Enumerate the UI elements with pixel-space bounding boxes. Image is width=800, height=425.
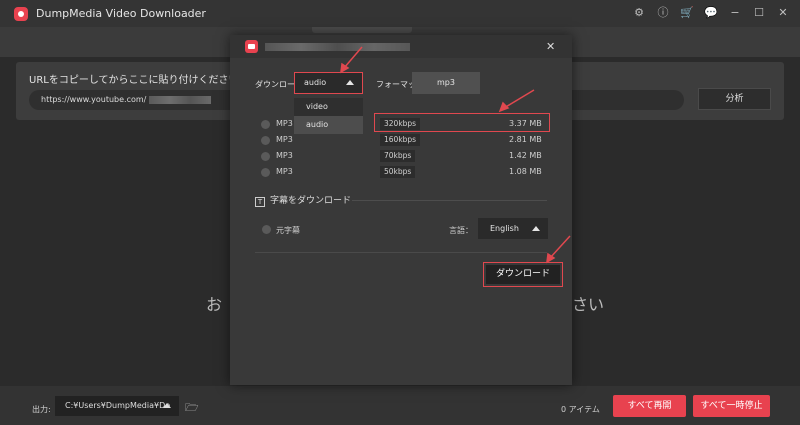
divider bbox=[255, 252, 547, 253]
background-text-right: さい bbox=[572, 295, 605, 314]
close-icon[interactable]: ✕ bbox=[776, 6, 790, 20]
app-title: DumpMedia Video Downloader bbox=[36, 7, 206, 20]
triangle-up-icon bbox=[163, 403, 171, 408]
quality-row[interactable]: MP3 50kbps 1.08 MB bbox=[230, 166, 572, 180]
download-dialog: ✕ ダウンロード: audio video audio フォーマット: mp3 … bbox=[230, 35, 572, 385]
language-value: English bbox=[490, 224, 519, 233]
quality-format: MP3 bbox=[276, 151, 293, 160]
download-type-value: audio bbox=[304, 78, 327, 87]
quality-radio[interactable] bbox=[261, 120, 270, 129]
quality-radio[interactable] bbox=[261, 168, 270, 177]
quality-bitrate: 160kbps bbox=[380, 134, 421, 146]
quality-size: 1.42 MB bbox=[509, 151, 542, 160]
output-path-text: C:¥Users¥DumpMedia¥De bbox=[65, 401, 171, 410]
download-button[interactable]: ダウンロード bbox=[483, 262, 563, 287]
language-label: 言語： bbox=[449, 226, 473, 235]
url-blurred bbox=[148, 95, 211, 104]
dialog-logo-icon bbox=[245, 40, 258, 53]
quality-bitrate: 50kbps bbox=[380, 166, 416, 178]
background-text-left: お bbox=[206, 295, 223, 314]
items-count: 0 アイテム bbox=[561, 405, 600, 414]
quality-format: MP3 bbox=[276, 135, 293, 144]
quality-format: MP3 bbox=[276, 167, 293, 176]
subtitle-icon: T bbox=[255, 197, 265, 207]
dropdown-option-video[interactable]: video bbox=[294, 98, 363, 116]
subtitle-section-title: T 字幕をダウンロード bbox=[255, 193, 351, 207]
triangle-up-icon bbox=[346, 80, 354, 85]
download-button-label: ダウンロード bbox=[486, 265, 560, 284]
quality-size: 2.81 MB bbox=[509, 135, 542, 144]
url-text: https://www.youtube.com/ bbox=[41, 95, 147, 104]
subtitle-option-label: 元字幕 bbox=[276, 226, 300, 235]
app-logo-icon bbox=[14, 6, 28, 21]
divider bbox=[352, 200, 547, 201]
triangle-up-icon bbox=[532, 226, 540, 231]
output-label: 出力: bbox=[32, 405, 51, 414]
chat-icon[interactable]: 💬 bbox=[704, 6, 718, 20]
analyze-button[interactable]: 分析 bbox=[698, 88, 771, 110]
quality-bitrate: 70kbps bbox=[380, 150, 416, 162]
gear-icon[interactable]: ⚙ bbox=[632, 6, 646, 20]
maximize-icon[interactable]: ☐ bbox=[752, 6, 766, 20]
quality-row[interactable]: MP3 160kbps 2.81 MB bbox=[230, 134, 572, 148]
highlight-box bbox=[374, 113, 550, 132]
language-select[interactable]: English bbox=[478, 218, 548, 239]
window-controls: ⚙ ⓘ 🛒 💬 − ☐ ✕ bbox=[632, 6, 790, 20]
tab-indicator bbox=[312, 27, 412, 33]
cart-icon[interactable]: 🛒 bbox=[680, 6, 694, 20]
subtitle-radio[interactable] bbox=[262, 225, 271, 234]
pause-all-button[interactable]: すべて一時停止 bbox=[693, 395, 770, 417]
download-type-select[interactable]: audio bbox=[294, 72, 363, 94]
quality-radio[interactable] bbox=[261, 152, 270, 161]
info-icon[interactable]: ⓘ bbox=[656, 6, 670, 20]
output-path-select[interactable]: C:¥Users¥DumpMedia¥De bbox=[55, 396, 179, 416]
quality-radio[interactable] bbox=[261, 136, 270, 145]
title-bar: DumpMedia Video Downloader ⚙ ⓘ 🛒 💬 − ☐ ✕ bbox=[0, 0, 800, 27]
quality-size: 1.08 MB bbox=[509, 167, 542, 176]
minimize-icon[interactable]: − bbox=[728, 6, 742, 20]
subtitle-section-label: 字幕をダウンロード bbox=[270, 196, 352, 206]
format-select[interactable]: mp3 bbox=[412, 72, 480, 94]
quality-format: MP3 bbox=[276, 119, 293, 128]
resume-all-button[interactable]: すべて再開 bbox=[613, 395, 686, 417]
quality-row[interactable]: MP3 70kbps 1.42 MB bbox=[230, 150, 572, 164]
dialog-header: ✕ bbox=[230, 35, 572, 58]
dialog-title-blurred bbox=[265, 43, 410, 51]
url-label: URLをコピーしてからここに貼り付けください： bbox=[29, 75, 249, 86]
folder-icon[interactable]: 🗁 bbox=[185, 399, 199, 418]
close-icon[interactable]: ✕ bbox=[546, 40, 555, 53]
